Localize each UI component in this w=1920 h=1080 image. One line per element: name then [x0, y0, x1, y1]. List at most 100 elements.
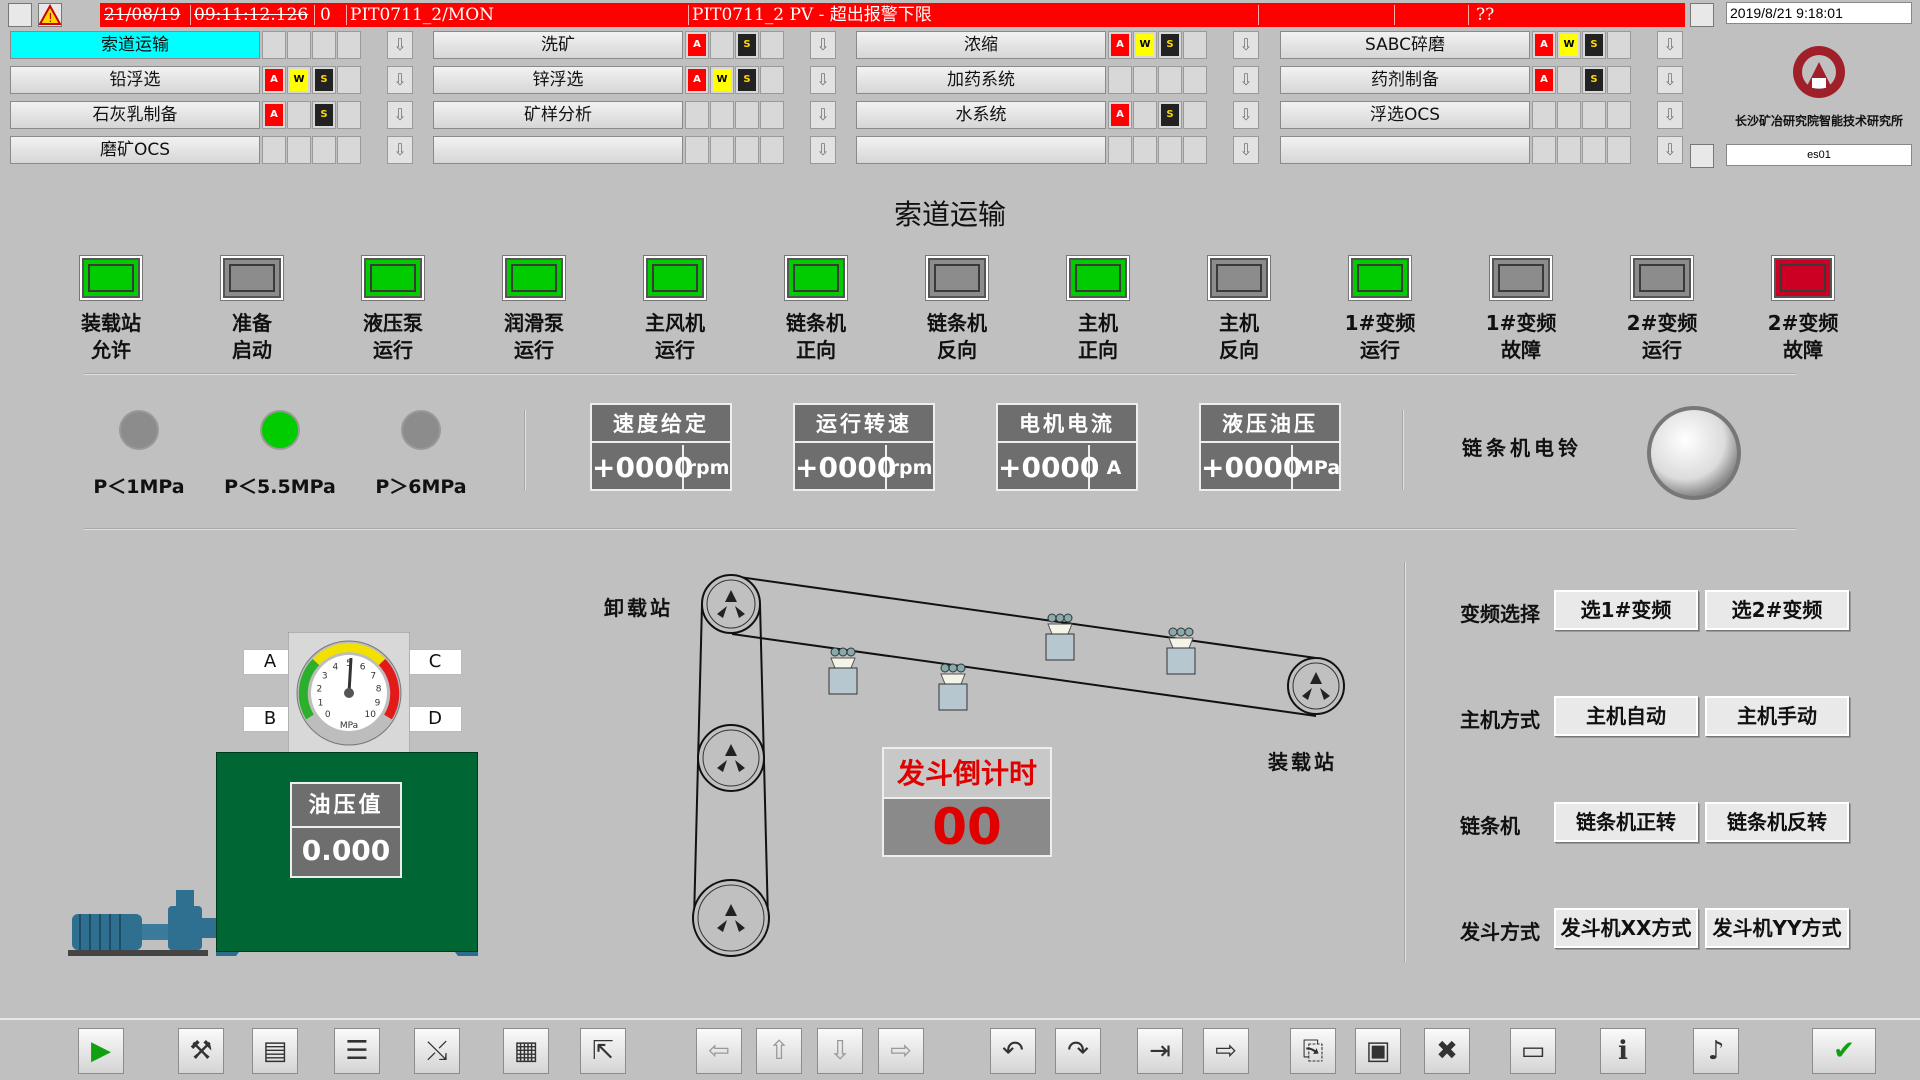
report-icon[interactable]: ☰: [334, 1028, 380, 1074]
redo-icon[interactable]: ↷: [1055, 1028, 1101, 1074]
nav-dropdown-icon[interactable]: ⇩: [1233, 31, 1259, 59]
pressure-lamp-label: P＜1MPa: [93, 476, 185, 498]
control-button[interactable]: 选2#变频: [1705, 590, 1849, 630]
nav-button[interactable]: SABC碎磨: [1280, 31, 1530, 59]
trend-icon[interactable]: ⤯: [414, 1028, 460, 1074]
monitor-icon[interactable]: ▭: [1510, 1028, 1556, 1074]
nav-status-slot: [1108, 66, 1132, 94]
notebook-icon[interactable]: ▤: [252, 1028, 298, 1074]
nav-dropdown-icon[interactable]: ⇩: [1657, 101, 1683, 129]
login-icon[interactable]: ⇥: [1137, 1028, 1183, 1074]
close-doc-icon[interactable]: ✖: [1424, 1028, 1470, 1074]
control-button[interactable]: 发斗机XX方式: [1554, 908, 1698, 948]
warning-icon[interactable]: !: [38, 3, 62, 27]
alarm-priority: 0: [320, 5, 331, 25]
left-arrow-icon[interactable]: ⇦: [696, 1028, 742, 1074]
nav-button[interactable]: 石灰乳制备: [10, 101, 260, 129]
logout-icon[interactable]: ⇨: [1203, 1028, 1249, 1074]
info-icon[interactable]: ℹ: [1600, 1028, 1646, 1074]
nav-dropdown-icon[interactable]: ⇩: [1233, 101, 1259, 129]
nav-button[interactable]: 水系统: [856, 101, 1106, 129]
indicator-lamp: [221, 256, 283, 300]
nav-status-tag: S: [1161, 104, 1179, 126]
tools-icon[interactable]: ⚒: [178, 1028, 224, 1074]
nav-status-slot: [337, 66, 361, 94]
table-icon[interactable]: ▦: [503, 1028, 549, 1074]
nav-button[interactable]: [856, 136, 1106, 164]
open-icon[interactable]: ⎘: [1290, 1028, 1336, 1074]
status-indicator: 1#变频 故障: [1471, 256, 1571, 364]
nav-button[interactable]: 药剂制备: [1280, 66, 1530, 94]
control-button[interactable]: 主机自动: [1554, 696, 1698, 736]
nav-status-tag: W: [1560, 34, 1578, 56]
nav-dropdown-icon[interactable]: ⇩: [810, 136, 836, 164]
nav-button[interactable]: 矿样分析: [433, 101, 683, 129]
export-icon[interactable]: ⇱: [580, 1028, 626, 1074]
nav-status-slot: [760, 66, 784, 94]
nav-status-slot: [312, 31, 336, 59]
nav-dropdown-icon[interactable]: ⇩: [1233, 136, 1259, 164]
screen-icon[interactable]: [1690, 144, 1714, 168]
nav-dropdown-icon[interactable]: ⇩: [1233, 66, 1259, 94]
nav-dropdown-icon[interactable]: ⇩: [1657, 31, 1683, 59]
gauge-tick-label: 3: [322, 671, 328, 681]
ack-icon[interactable]: ✔: [1812, 1028, 1876, 1074]
nav-status-tag: W: [1136, 34, 1154, 56]
nav-button[interactable]: 铅浮选: [10, 66, 260, 94]
undo-icon[interactable]: ↶: [990, 1028, 1036, 1074]
nav-button[interactable]: 浮选OCS: [1280, 101, 1530, 129]
sound-icon[interactable]: ♪: [1693, 1028, 1739, 1074]
gauge-tick-label: 1: [318, 698, 324, 708]
meter-panel: 液压油压 +0000 MPa: [1199, 403, 1341, 491]
play-icon[interactable]: ▶: [78, 1028, 124, 1074]
alarm-banner[interactable]: 21/08/19 09:11:12.126 0 PIT0711_2/MON PI…: [100, 3, 1685, 27]
nav-dropdown-icon[interactable]: ⇩: [1657, 66, 1683, 94]
control-label: 主机方式: [1460, 708, 1540, 732]
nav-button[interactable]: 加药系统: [856, 66, 1106, 94]
nav-dropdown-icon[interactable]: ⇩: [1657, 136, 1683, 164]
logo-caption: 长沙矿冶研究院智能技术研究所: [1734, 114, 1903, 128]
up-arrow-icon[interactable]: ⇧: [756, 1028, 802, 1074]
nav-status-slot: [1183, 101, 1207, 129]
control-button[interactable]: 主机手动: [1705, 696, 1849, 736]
nav-button[interactable]: [433, 136, 683, 164]
ore-bucket-icon: [938, 663, 968, 711]
pressure-lamp-label: P＜5.5MPa: [224, 476, 336, 498]
nav-status-tag: S: [738, 69, 756, 91]
nav-button[interactable]: 浓缩: [856, 31, 1106, 59]
indicator-label: 2#变频 故障: [1767, 311, 1839, 362]
down-arrow-icon[interactable]: ⇩: [817, 1028, 863, 1074]
nav-dropdown-icon[interactable]: ⇩: [810, 31, 836, 59]
folder-icon[interactable]: [8, 3, 32, 27]
nav-dropdown-icon[interactable]: ⇩: [387, 31, 413, 59]
control-button[interactable]: 选1#变频: [1554, 590, 1698, 630]
nav-dropdown-icon[interactable]: ⇩: [387, 136, 413, 164]
save-icon[interactable]: ▣: [1355, 1028, 1401, 1074]
meter-panel: 电机电流 +0000 A: [996, 403, 1138, 491]
right-arrow-icon[interactable]: ⇨: [878, 1028, 924, 1074]
indicator-lamp: [926, 256, 988, 300]
nav-button[interactable]: 锌浮选: [433, 66, 683, 94]
checklist-icon[interactable]: [1690, 3, 1714, 27]
meter-title: 电机电流: [998, 405, 1136, 443]
control-button[interactable]: 发斗机YY方式: [1705, 908, 1849, 948]
meter-panel: 运行转速 +0000 rpm: [793, 403, 935, 491]
control-button[interactable]: 链条机反转: [1705, 802, 1849, 842]
gauge-tick-label: 5: [346, 659, 352, 669]
bell-button[interactable]: [1644, 403, 1744, 503]
nav-dropdown-icon[interactable]: ⇩: [810, 66, 836, 94]
meter-title: 运行转速: [795, 405, 933, 443]
nav-dropdown-icon[interactable]: ⇩: [810, 101, 836, 129]
status-indicator: 主风机 运行: [625, 256, 725, 364]
nav-button[interactable]: [1280, 136, 1530, 164]
nav-dropdown-icon[interactable]: ⇩: [387, 101, 413, 129]
nav-dropdown-icon[interactable]: ⇩: [387, 66, 413, 94]
indicator-label: 1#变频 运行: [1344, 311, 1416, 362]
control-button[interactable]: 链条机正转: [1554, 802, 1698, 842]
ore-bucket-icon: [1166, 627, 1196, 675]
pulley-wheel: [1287, 657, 1345, 715]
nav-button[interactable]: 洗矿: [433, 31, 683, 59]
port-c: C: [408, 649, 462, 675]
nav-button[interactable]: 索道运输: [10, 31, 260, 59]
nav-button[interactable]: 磨矿OCS: [10, 136, 260, 164]
